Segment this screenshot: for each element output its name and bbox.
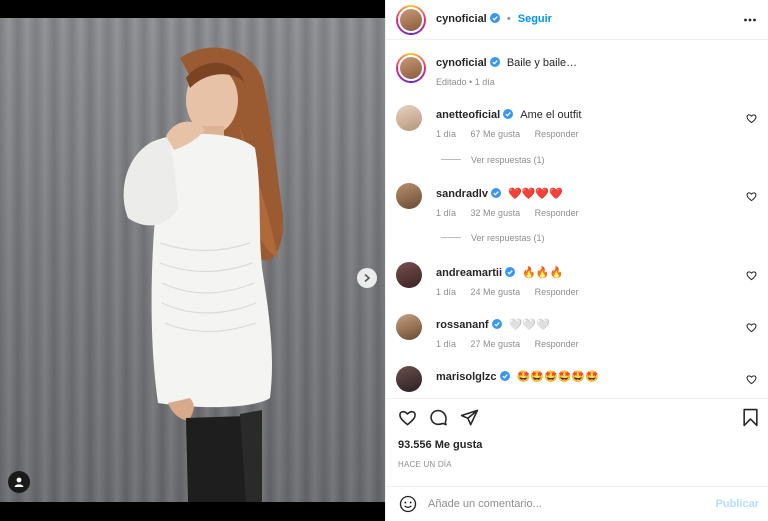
edited-label: Editado <box>436 77 467 87</box>
view-replies-label: Ver respuestas (1) <box>471 155 545 165</box>
post-media[interactable] <box>0 0 385 521</box>
add-comment-bar: Publicar <box>386 486 768 521</box>
tagged-users-button[interactable] <box>8 471 30 493</box>
reply-button[interactable]: Responder <box>535 287 579 297</box>
heart-icon[interactable] <box>398 408 417 427</box>
separator-dot: • <box>506 13 511 25</box>
action-bar <box>386 398 768 436</box>
comment-text: ❤️❤️❤️❤️ <box>508 187 563 200</box>
verified-icon <box>489 57 500 67</box>
heart-icon[interactable] <box>746 113 757 124</box>
photo-woman-white-shirt <box>123 47 284 502</box>
view-replies-label: Ver respuestas (1) <box>471 233 545 243</box>
comment-likes[interactable]: 27 Me gusta <box>471 339 521 349</box>
smiley-icon[interactable] <box>399 495 417 513</box>
post-photo[interactable] <box>0 18 385 502</box>
user-icon <box>14 477 24 487</box>
next-photo-button[interactable] <box>357 268 377 288</box>
likes-count[interactable]: 93.556 Me gusta <box>398 439 482 451</box>
caption-author-avatar[interactable] <box>396 53 426 83</box>
commenter-avatar[interactable] <box>396 366 422 392</box>
comment-input[interactable] <box>428 495 698 513</box>
post-header: cynoficial • Seguir <box>386 0 768 40</box>
verified-icon <box>505 267 516 277</box>
commenter-avatar[interactable] <box>396 314 422 340</box>
comment-username[interactable]: anetteoficial <box>436 109 500 121</box>
comment-icon[interactable] <box>429 408 448 427</box>
follow-button[interactable]: Seguir <box>518 13 552 25</box>
verified-icon <box>490 188 501 198</box>
author-avatar[interactable] <box>396 5 426 35</box>
author-username[interactable]: cynoficial <box>436 13 487 25</box>
comment-time: 1 día <box>436 129 457 139</box>
comments-scroll-area[interactable]: cynoficial Baile y baile… Editado • 1 dí… <box>386 41 768 397</box>
heart-icon[interactable] <box>746 374 757 385</box>
more-horizontal-icon[interactable] <box>743 13 757 27</box>
comment-likes[interactable]: 32 Me gusta <box>471 208 521 218</box>
verified-icon <box>499 371 510 381</box>
reply-button[interactable]: Responder <box>535 339 579 349</box>
view-replies-button[interactable]: Ver respuestas (1) <box>441 155 545 165</box>
comment-text: 🤩🤩🤩🤩🤩🤩 <box>516 370 599 383</box>
comment-text: 🔥🔥🔥 <box>522 266 564 279</box>
reply-button[interactable]: Responder <box>535 208 579 218</box>
post-time[interactable]: HACE UN DÍA <box>398 460 452 469</box>
view-replies-button[interactable]: Ver respuestas (1) <box>441 233 545 243</box>
post-sidebar: cynoficial • Seguir cynoficial Baile y b… <box>385 0 768 521</box>
heart-icon[interactable] <box>746 270 757 281</box>
chevron-right-icon <box>364 273 371 283</box>
verified-icon <box>491 319 502 329</box>
share-icon[interactable] <box>460 408 479 427</box>
separator-dot: • <box>469 77 473 87</box>
comment-username[interactable]: rossananf <box>436 319 489 331</box>
commenter-avatar[interactable] <box>396 183 422 209</box>
commenter-avatar[interactable] <box>396 262 422 288</box>
caption-username[interactable]: cynoficial <box>436 57 487 69</box>
publish-button[interactable]: Publicar <box>716 498 759 510</box>
heart-icon[interactable] <box>746 322 757 333</box>
caption-text: Baile y baile… <box>506 57 578 69</box>
comment-text: 🤍🤍🤍 <box>508 318 550 331</box>
bookmark-icon[interactable] <box>742 408 759 427</box>
verified-icon <box>489 13 500 23</box>
comment-likes[interactable]: 67 Me gusta <box>471 129 521 139</box>
comment-username[interactable]: marisolglzc <box>436 371 497 383</box>
comment-time: 1 día <box>436 208 457 218</box>
reply-button[interactable]: Responder <box>535 129 579 139</box>
comment-likes[interactable]: 24 Me gusta <box>471 287 521 297</box>
comment-time: 1 día <box>436 287 457 297</box>
comment-username[interactable]: andreamartii <box>436 267 502 279</box>
verified-icon <box>503 109 514 119</box>
commenter-avatar[interactable] <box>396 105 422 131</box>
comment-text: Ame el outfit <box>520 109 582 121</box>
heart-icon[interactable] <box>746 191 757 202</box>
comment-time: 1 día <box>436 339 457 349</box>
edited-time: 1 día <box>474 77 495 87</box>
comment-username[interactable]: sandradlv <box>436 188 488 200</box>
